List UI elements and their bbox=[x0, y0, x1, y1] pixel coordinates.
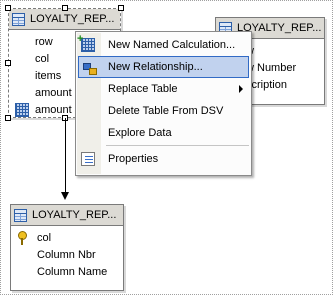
column-row[interactable]: Column Nbr bbox=[11, 246, 123, 263]
resize-handle[interactable] bbox=[5, 115, 11, 121]
column-name: col bbox=[37, 231, 52, 244]
column-row[interactable]: col bbox=[11, 229, 123, 246]
menu-item-properties[interactable]: Properties bbox=[78, 148, 249, 170]
menu-item-replace-table[interactable]: Replace Table bbox=[78, 78, 249, 100]
menu-item-new-relationship[interactable]: New Relationship... bbox=[78, 56, 249, 78]
column-name: amount bbox=[35, 86, 72, 99]
submenu-arrow-icon bbox=[239, 85, 243, 93]
menu-item-label: Properties bbox=[108, 153, 159, 165]
column-row[interactable]: w Number bbox=[246, 59, 324, 76]
relationship-arrowhead bbox=[61, 192, 69, 200]
context-menu: New Named Calculation... New Relationshi… bbox=[75, 31, 252, 176]
column-name: scription bbox=[246, 78, 287, 91]
calculation-icon bbox=[15, 102, 29, 117]
named-calculation-icon bbox=[77, 33, 95, 52]
blank-icon bbox=[15, 35, 29, 49]
blank-icon bbox=[15, 69, 29, 83]
menu-item-label: Explore Data bbox=[108, 127, 172, 139]
column-row[interactable]: w bbox=[246, 42, 324, 59]
column-name: amount c bbox=[35, 103, 81, 116]
column-name: col bbox=[35, 52, 50, 65]
blank-icon bbox=[17, 265, 31, 279]
menu-item-new-named-calculation[interactable]: New Named Calculation... bbox=[77, 33, 249, 56]
resize-handle[interactable] bbox=[118, 5, 124, 11]
resize-handle[interactable] bbox=[5, 60, 11, 66]
menu-item-label: Replace Table bbox=[108, 83, 178, 95]
blank-icon bbox=[15, 52, 29, 66]
menu-item-label: New Relationship... bbox=[108, 61, 203, 73]
column-name: w Number bbox=[246, 61, 297, 74]
table-header[interactable]: LOYALTY_REP... bbox=[9, 9, 120, 30]
table-loyalty-c[interactable]: LOYALTY_REP... col Column Nbr Column Nam… bbox=[10, 204, 124, 291]
column-name: Column Name bbox=[37, 265, 108, 278]
table-icon bbox=[14, 208, 27, 222]
column-row[interactable]: scription bbox=[246, 76, 324, 93]
menu-item-label: New Named Calculation... bbox=[108, 39, 236, 51]
column-name: items bbox=[35, 69, 62, 82]
blank-icon bbox=[15, 86, 29, 100]
column-list: col Column Nbr Column Name bbox=[11, 226, 123, 280]
table-title: LOYALTY_REP... bbox=[30, 13, 115, 25]
primary-key-icon bbox=[17, 230, 31, 245]
table-icon bbox=[12, 12, 25, 26]
resize-handle[interactable] bbox=[5, 5, 11, 11]
column-row[interactable]: Column Name bbox=[11, 263, 123, 280]
menu-item-explore-data[interactable]: Explore Data bbox=[78, 122, 249, 144]
table-title: LOYALTY_REP... bbox=[32, 209, 117, 221]
properties-icon bbox=[81, 152, 95, 166]
menu-item-label: Delete Table From DSV bbox=[108, 105, 224, 117]
column-name: row bbox=[35, 35, 53, 48]
relationship-icon bbox=[82, 61, 97, 75]
relationship-line[interactable] bbox=[65, 118, 66, 193]
resize-handle[interactable] bbox=[62, 5, 68, 11]
menu-item-delete-table[interactable]: Delete Table From DSV bbox=[78, 100, 249, 122]
column-name: Column Nbr bbox=[37, 248, 96, 261]
table-header[interactable]: LOYALTY_REP... bbox=[11, 205, 123, 226]
blank-icon bbox=[17, 248, 31, 262]
